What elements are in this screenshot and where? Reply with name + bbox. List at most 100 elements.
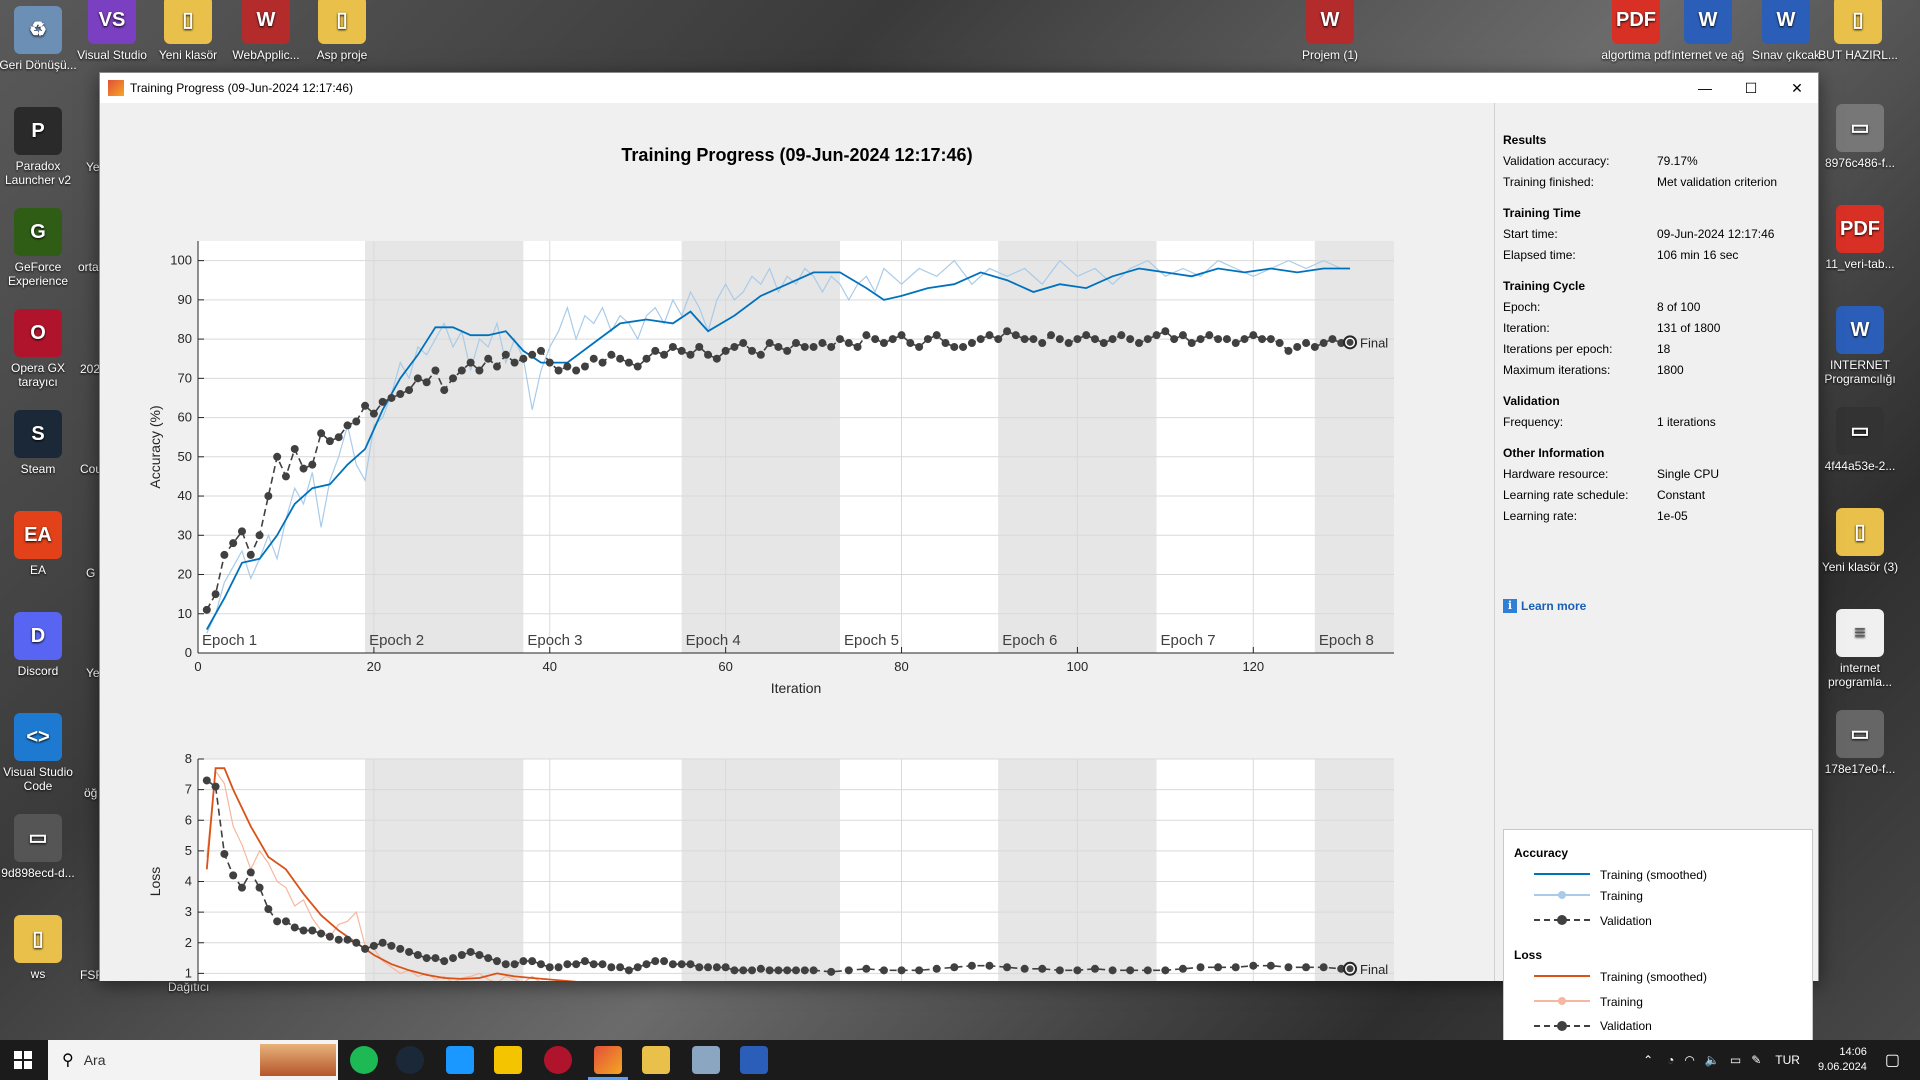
validation-point <box>220 550 229 559</box>
legend-loss-training-marker <box>1558 997 1566 1005</box>
validation-point <box>1275 339 1284 348</box>
validation-point <box>572 960 581 969</box>
desktop-icon-top-8[interactable]: ▯ BUT HAZIRL... <box>1812 0 1904 62</box>
desktop-icon-left-3[interactable]: O Opera GX tarayıcı <box>0 309 84 389</box>
desktop-icon-top-3[interactable]: ▯ Asp proje <box>296 0 388 62</box>
desktop-icon-right-2[interactable]: W INTERNET Programcılığı <box>1814 306 1906 386</box>
validation-point <box>246 868 255 877</box>
battery-icon[interactable]: ▭ <box>1730 1053 1741 1067</box>
desktop-icon-left-6[interactable]: D Discord <box>0 612 84 678</box>
chevron-up-icon[interactable]: ⌃ <box>1643 1053 1653 1067</box>
validation-point <box>739 966 748 975</box>
speaker-icon[interactable]: 🔈 <box>1705 1053 1720 1067</box>
remote-desktop-taskbar-icon[interactable] <box>692 1046 720 1074</box>
max-iter-label: Maximum iterations: <box>1503 363 1611 377</box>
validation-point <box>1020 964 1029 973</box>
matlab-taskbar-icon[interactable] <box>594 1046 622 1074</box>
steam-taskbar-icon[interactable] <box>396 1046 424 1074</box>
validation-point <box>1143 966 1152 975</box>
validation-point <box>976 335 985 344</box>
chart-accuracy: 0 10 20 30 40 50 60 70 80 90 100 0 20 40 60 80 100 120 Epo… <box>147 241 1394 696</box>
desktop-icon-right-1[interactable]: PDF 11_veri-tab... <box>1814 205 1906 271</box>
desktop-icon-left-7[interactable]: <> Visual Studio Code <box>0 713 84 793</box>
validation-point <box>1126 966 1135 975</box>
validation-point <box>290 923 299 932</box>
pen-icon[interactable]: ✎ <box>1751 1053 1761 1067</box>
word-taskbar-icon[interactable] <box>740 1046 768 1074</box>
desktop-icon-right-0[interactable]: ▭ 8976c486-f... <box>1814 104 1906 170</box>
desktop-icon-left-7-icon: <> <box>14 713 62 761</box>
legend-acc-item-2: Training <box>1600 889 1643 903</box>
validation-point <box>510 960 519 969</box>
maximize-button[interactable]: ☐ <box>1728 73 1774 103</box>
epoch-label: Epoch 8 <box>1319 632 1374 649</box>
taskbar-search[interactable]: ⚲ Ara <box>48 1040 338 1080</box>
desktop-icon-left-8[interactable]: ▭ 9d898ecd-d... <box>0 814 84 880</box>
validation-point <box>677 346 686 355</box>
lr-schedule-label: Learning rate schedule: <box>1503 488 1629 502</box>
desktop-icon-left-4[interactable]: S Steam <box>0 410 84 476</box>
clock[interactable]: 14:06 9.06.2024 <box>1818 1045 1867 1075</box>
validation-point <box>1249 961 1258 970</box>
validation-point <box>800 966 809 975</box>
opera-gx-taskbar-icon[interactable] <box>544 1046 572 1074</box>
language-indicator[interactable]: TUR <box>1775 1053 1800 1067</box>
validation-point <box>1091 964 1099 973</box>
learn-more-link[interactable]: i Learn more <box>1503 599 1586 613</box>
taskbar: ⚲ Ara ⌃ ◔ ◠ 🔈 ▭ ✎ TUR 14:06 9.06.2024 ▢ <box>0 1040 1920 1080</box>
spotify-taskbar-icon[interactable] <box>350 1046 378 1074</box>
frequency-label: Frequency: <box>1503 415 1564 429</box>
title-bar[interactable]: Training Progress (09-Jun-2024 12:17:46)… <box>100 73 1818 103</box>
validation-point <box>871 335 880 344</box>
validation-point <box>792 339 800 348</box>
validation-point <box>712 963 721 972</box>
validation-point <box>756 964 765 973</box>
desktop-icon-right-6[interactable]: ▭ 178e17e0-f... <box>1814 710 1906 776</box>
notification-icon[interactable]: ▢ <box>1885 1050 1900 1070</box>
validation-point <box>361 401 370 410</box>
desktop-icon-right-3[interactable]: ▭ 4f44a53e-2... <box>1814 407 1906 473</box>
validation-point <box>888 335 897 344</box>
validation-point <box>739 339 748 348</box>
wifi-icon[interactable]: ◠ <box>1684 1053 1694 1067</box>
validation-point <box>396 944 405 953</box>
network-icon[interactable]: ◔ <box>1667 1053 1674 1067</box>
epoch-band <box>365 241 524 653</box>
windows-logo-tile <box>24 1051 32 1059</box>
prime-video-taskbar-icon[interactable] <box>446 1046 474 1074</box>
validation-point <box>712 354 721 363</box>
validation-point <box>369 941 378 950</box>
desktop-icon-left-5[interactable]: EA EA <box>0 511 84 577</box>
file-explorer-taskbar-icon[interactable] <box>642 1046 670 1074</box>
x-tick-label: 0 <box>194 659 201 674</box>
validation-point <box>580 362 589 371</box>
desktop-icon-left-8-icon: ▭ <box>14 814 62 862</box>
desktop-icon-label: INTERNET Programcılığı <box>1824 358 1896 386</box>
validation-point <box>932 331 941 340</box>
validation-point <box>1055 335 1064 344</box>
validation-point <box>1152 331 1161 340</box>
desktop-icon-right-5[interactable]: ≡ internet programla... <box>1814 609 1906 689</box>
validation-point <box>273 452 282 461</box>
validation-point <box>1178 331 1187 340</box>
desktop-icon-left-2[interactable]: G GeForce Experience <box>0 208 84 288</box>
desktop-icon-left-9[interactable]: ▯ ws <box>0 915 84 981</box>
desktop-partial-label: Dağıtıcı <box>168 980 210 994</box>
iteration-label: Iteration: <box>1503 321 1550 335</box>
start-button[interactable] <box>14 1051 32 1069</box>
validation-point <box>923 335 932 344</box>
minimize-button[interactable]: — <box>1682 73 1728 103</box>
validation-point <box>422 378 431 387</box>
desktop-icon-right-4[interactable]: ▯ Yeni klasör (3) <box>1814 508 1906 574</box>
validation-point <box>1055 966 1064 975</box>
desktop-icon-top-4[interactable]: W Projem (1) <box>1284 0 1376 62</box>
validation-point <box>413 374 422 383</box>
paint-taskbar-icon[interactable] <box>494 1046 522 1074</box>
validation-point <box>484 954 493 963</box>
validation-point <box>466 947 475 956</box>
validation-point <box>299 926 308 935</box>
close-button[interactable]: ✕ <box>1774 73 1820 103</box>
training-progress-window: Training Progress (09-Jun-2024 12:17:46)… <box>99 72 1819 1047</box>
validation-point <box>484 354 493 363</box>
desktop-icon-left-1[interactable]: P Paradox Launcher v2 <box>0 107 84 187</box>
